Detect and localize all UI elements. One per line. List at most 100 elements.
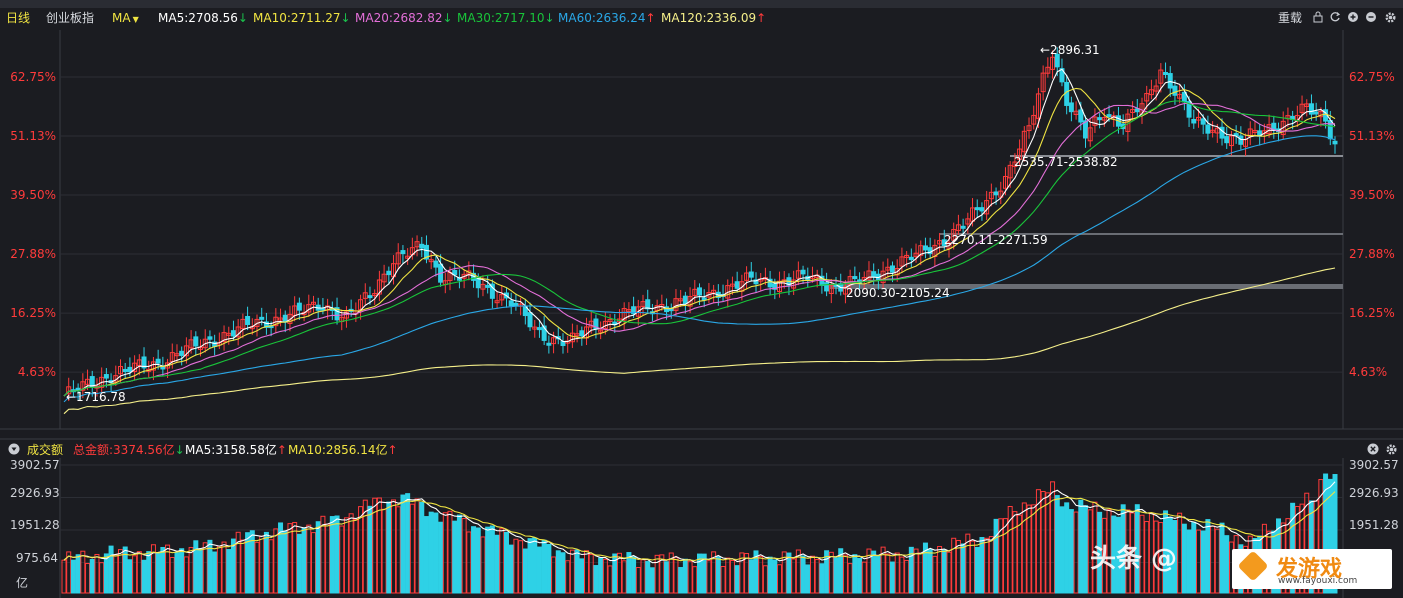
volume-bar (786, 552, 792, 594)
collapse-icon[interactable] (8, 443, 20, 458)
volume-bar (99, 562, 105, 594)
volume-bar (565, 560, 571, 594)
logo-url: www.fayouxi.com (1278, 576, 1358, 586)
volume-bar (805, 564, 811, 594)
volume-bar (400, 494, 406, 594)
volume-bar (626, 552, 632, 594)
volume-bar (85, 562, 91, 594)
ma-legend-label: MA60:2636.24 (558, 11, 646, 25)
volume-bar (160, 546, 166, 594)
volume-bar (358, 506, 364, 594)
candle-body (127, 366, 133, 373)
volume-bar (1186, 529, 1192, 594)
lock-icon[interactable] (1312, 11, 1324, 26)
volume-bar (428, 511, 434, 594)
candle-body (386, 270, 392, 276)
volume-bar (871, 550, 877, 594)
candle-body (1078, 109, 1084, 123)
volume-bar (80, 550, 86, 594)
volume-bar (456, 514, 462, 594)
candle-body (193, 336, 199, 347)
candle-body (682, 295, 688, 304)
candle-body (852, 276, 858, 280)
volume-bar (715, 556, 721, 594)
volume-bar (494, 534, 500, 594)
volume-bar (1210, 525, 1216, 594)
volume-tick-right: 1951.28 (1349, 518, 1399, 532)
high-annotation: ←2896.31 (1040, 43, 1100, 57)
gap-annotation: 2090.30-2105.24 (846, 286, 950, 300)
volume-bar (1214, 528, 1220, 594)
volume-bar (405, 493, 411, 594)
price-tick-left: 27.88% (10, 247, 56, 261)
volume-bar (212, 551, 218, 594)
candle-body (1200, 118, 1206, 125)
volume-bar (132, 555, 138, 594)
candle-body (546, 342, 552, 346)
candle-body (697, 287, 702, 296)
ma-legend-item: MA60:2636.24↑ (558, 11, 656, 25)
period-label[interactable]: 日线 (6, 11, 30, 25)
zoom-in-icon[interactable] (1347, 11, 1359, 26)
volume-bar (546, 543, 552, 594)
candle-body (922, 245, 928, 251)
kline-chart[interactable] (0, 30, 1403, 598)
settings-gear-icon[interactable] (1385, 443, 1398, 459)
price-panel-bg (0, 30, 1403, 429)
price-tick-right: 39.50% (1349, 188, 1395, 202)
indicator-selector[interactable]: MA ▼ (112, 11, 139, 27)
volume-bar (772, 559, 778, 594)
volume-bar (574, 549, 580, 594)
zoom-out-icon[interactable] (1365, 11, 1377, 26)
price-tick-right: 27.88% (1349, 247, 1395, 261)
volume-bar (409, 503, 415, 594)
reload-button[interactable]: 重载 (1278, 11, 1302, 25)
volume-bar (1045, 492, 1051, 594)
volume-bar (532, 537, 538, 594)
candle-body (560, 341, 566, 347)
volume-bar (918, 552, 924, 594)
volume-bar (292, 522, 298, 594)
close-icon[interactable] (1367, 443, 1379, 458)
ma-legend-item: MA120:2336.09↑ (661, 11, 766, 25)
volume-tick-left: 2926.93 (10, 486, 60, 500)
volume-bar (913, 548, 919, 594)
volume-bar (1083, 505, 1089, 594)
volume-bar (376, 497, 382, 594)
volume-bar (890, 561, 896, 594)
volume-unit: 亿 (16, 576, 29, 590)
volume-bar (103, 553, 109, 594)
volume-bar (762, 565, 768, 594)
volume-bar (174, 552, 180, 594)
volume-bar (136, 551, 142, 594)
volume-bar (758, 555, 764, 594)
volume-bar (423, 516, 429, 594)
candle-body (1238, 135, 1244, 145)
candle-body (1332, 140, 1338, 145)
volume-bar (395, 506, 401, 594)
volume-bar (664, 561, 670, 594)
candle-body (1106, 114, 1112, 118)
volume-bar (1073, 511, 1079, 594)
chevron-down-icon: ▼ (132, 15, 139, 24)
volume-bar (1054, 495, 1060, 594)
price-tick-right: 51.13% (1349, 129, 1395, 143)
volume-bar (584, 550, 590, 594)
arrow-up-icon: ↑ (756, 11, 767, 25)
settings-gear-icon[interactable] (1384, 11, 1397, 27)
candle-body (296, 302, 302, 311)
volume-bar (720, 566, 726, 594)
arrow-down-icon: ↓ (442, 11, 453, 25)
candle-body (1068, 102, 1074, 113)
volume-bar (146, 551, 152, 594)
price-tick-left: 51.13% (10, 129, 56, 143)
volume-ma10-label: MA10:2856.14亿 (288, 443, 388, 457)
candle-body (1308, 103, 1314, 115)
refresh-icon[interactable] (1329, 11, 1341, 26)
candle-body (579, 330, 585, 337)
volume-bar (579, 558, 585, 594)
arrow-down-icon: ↓ (237, 11, 248, 25)
price-tick-left: 4.63% (17, 365, 56, 379)
index-name[interactable]: 创业板指 (46, 11, 94, 25)
candle-body (419, 243, 425, 249)
